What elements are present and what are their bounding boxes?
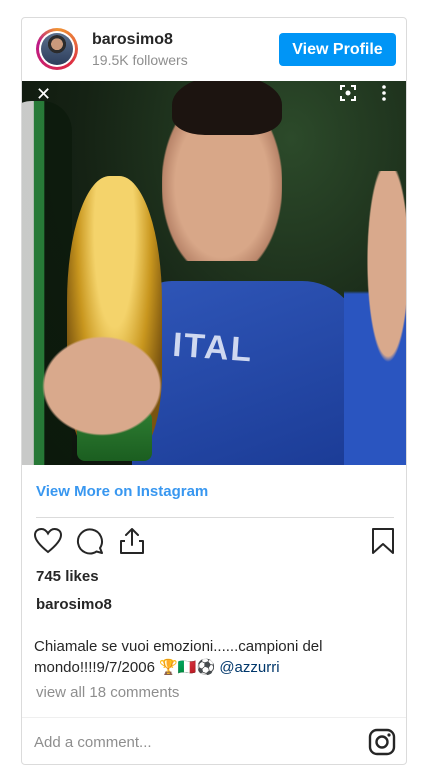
bookmark-icon[interactable]: [368, 526, 398, 556]
mention-link[interactable]: @azzurri: [219, 659, 279, 676]
avatar[interactable]: [36, 28, 78, 70]
like-count[interactable]: 745 likes: [36, 568, 99, 585]
comment-icon[interactable]: [75, 526, 105, 556]
caption-emoji: 🏆🇮🇹⚽: [159, 659, 216, 676]
comment-input[interactable]: [34, 730, 334, 754]
player-hair: [172, 81, 282, 135]
avatar-ring: [39, 31, 75, 67]
divider: [36, 517, 394, 518]
player-jersey-text: ITAL: [171, 325, 255, 370]
share-icon[interactable]: [117, 526, 147, 556]
instagram-icon[interactable]: [368, 728, 396, 756]
right-player: [344, 171, 406, 465]
follower-count: 19.5K followers: [92, 52, 188, 68]
close-icon[interactable]: ✕: [36, 85, 51, 103]
caption: Chiamale se vuoi emozioni......campioni …: [34, 636, 396, 678]
divider: [22, 717, 406, 718]
heart-icon[interactable]: [33, 526, 63, 556]
post-header: barosimo8 19.5K followers View Profile: [22, 18, 406, 82]
view-profile-button[interactable]: View Profile: [279, 33, 396, 66]
post-image[interactable]: ITAL ✕: [22, 81, 406, 465]
view-comments-link[interactable]: view all 18 comments: [36, 684, 179, 701]
lens-icon[interactable]: [340, 85, 356, 101]
hands: [42, 311, 192, 461]
username[interactable]: barosimo8: [92, 31, 173, 49]
view-more-link[interactable]: View More on Instagram: [36, 483, 208, 500]
avatar-image: [41, 33, 73, 65]
instagram-embed-card: barosimo8 19.5K followers View Profile I…: [21, 17, 407, 765]
caption-username[interactable]: barosimo8: [36, 596, 112, 613]
more-vertical-icon[interactable]: [380, 84, 388, 102]
